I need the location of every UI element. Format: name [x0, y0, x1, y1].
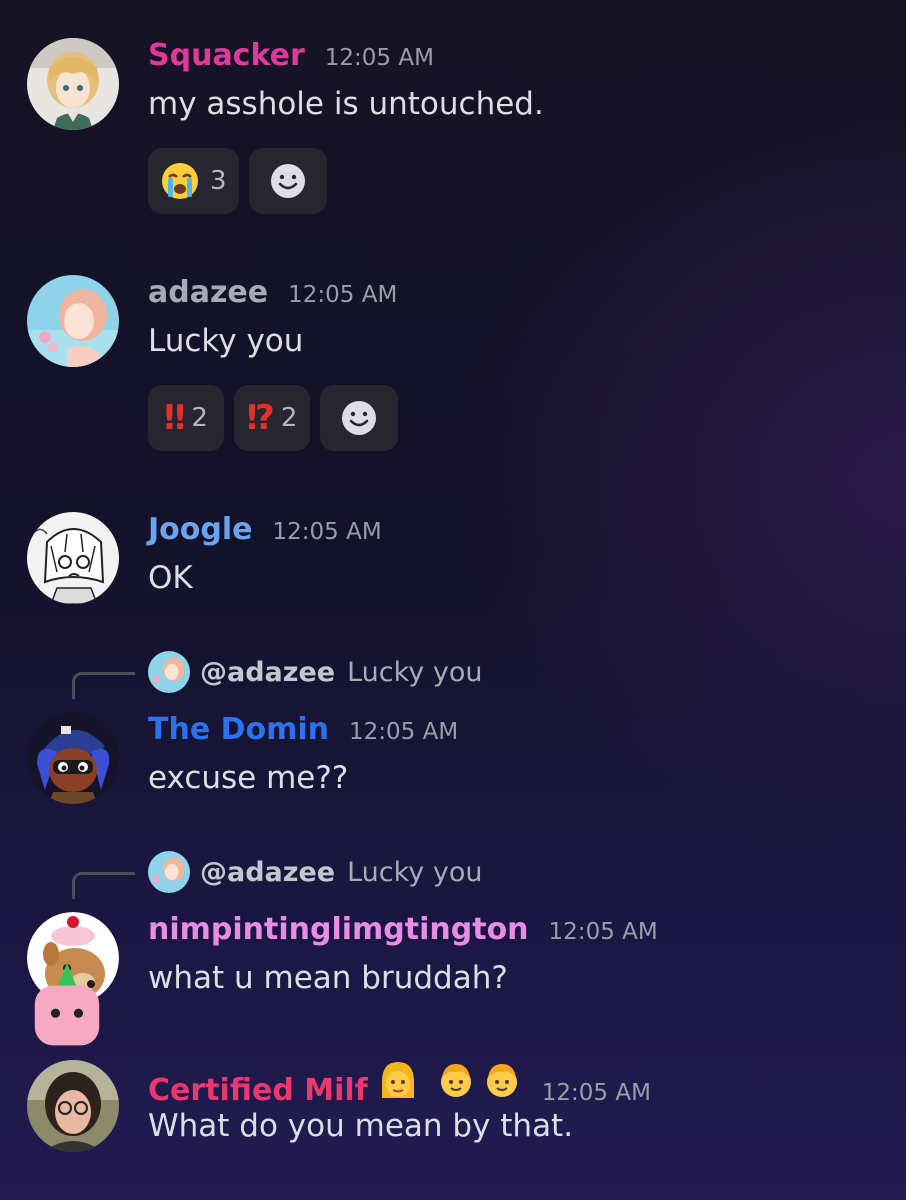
- message-text: Lucky you: [148, 323, 304, 359]
- avatar-certified-milf[interactable]: [27, 1060, 119, 1152]
- timestamp: 12:05 AM: [349, 719, 459, 745]
- reaction-double-exclamation[interactable]: ‼ 2: [148, 385, 224, 451]
- child-blond-icon: [486, 1064, 517, 1097]
- timestamp: 12:05 AM: [548, 919, 658, 945]
- reply-mention[interactable]: @adazee: [200, 657, 335, 688]
- timestamp: 12:05 AM: [288, 282, 398, 308]
- loudly-crying-face-icon: [162, 163, 198, 199]
- pastel-girl-avatar-icon: [27, 275, 119, 367]
- reply-connector-line: [72, 872, 135, 899]
- add-reaction-button[interactable]: [320, 385, 398, 451]
- message-header: Joogle 12:05 AM: [148, 512, 382, 547]
- add-reaction-button[interactable]: [248, 148, 327, 214]
- avatar-the-domin[interactable]: [27, 712, 119, 804]
- exclamation-question-icon: ⁉: [246, 398, 275, 438]
- message-text: What do you mean by that.: [148, 1108, 574, 1144]
- add-reaction-smiley-icon: [270, 164, 305, 198]
- reaction-bar: ‼ 2 ⁉ 2: [148, 385, 398, 451]
- message-text: OK: [148, 560, 193, 596]
- reply-preview[interactable]: @adazee Lucky you: [148, 651, 482, 693]
- reaction-bar: 3: [148, 148, 327, 214]
- reaction-count: 2: [191, 403, 208, 433]
- reaction-count: 2: [280, 403, 298, 433]
- username[interactable]: Squacker: [148, 38, 305, 73]
- avatar-joogle[interactable]: [27, 512, 119, 604]
- message-text: my asshole is untouched.: [148, 86, 544, 122]
- reaction-exclamation-question[interactable]: ⁉ 2: [234, 385, 310, 451]
- avatar-squacker[interactable]: [27, 38, 119, 130]
- username[interactable]: The Domin: [148, 712, 329, 747]
- message-text: what u mean bruddah?: [148, 960, 508, 996]
- username[interactable]: Joogle: [148, 512, 253, 547]
- reply-snippet: Lucky you: [347, 856, 483, 888]
- selfie-photo-avatar-icon: [27, 1060, 119, 1152]
- woman-blond-hair-icon: [381, 1062, 414, 1098]
- avatar-adazee[interactable]: [27, 275, 119, 367]
- message-header: Certified Milf 12:05 AM: [148, 1060, 651, 1108]
- double-exclamation-icon: ‼: [164, 398, 185, 438]
- inkling-avatar-icon: [27, 712, 119, 804]
- avatar-nimpintinglimgtington[interactable]: [27, 912, 119, 1046]
- timestamp: 12:05 AM: [541, 1080, 651, 1106]
- reply-avatar-adazee: [148, 651, 190, 693]
- message-header: Squacker 12:05 AM: [148, 38, 434, 73]
- username[interactable]: adazee: [148, 275, 268, 310]
- reply-snippet: Lucky you: [347, 656, 483, 688]
- add-reaction-smiley-icon: [342, 401, 376, 435]
- child-blond-icon: [440, 1064, 471, 1097]
- message-header: The Domin 12:05 AM: [148, 712, 458, 747]
- reply-avatar-adazee: [148, 851, 190, 893]
- pastel-girl-avatar-icon: [148, 851, 190, 893]
- chat-message-list: Squacker 12:05 AM my asshole is untouche…: [0, 0, 906, 1200]
- reply-preview[interactable]: @adazee Lucky you: [148, 851, 482, 893]
- message-header: nimpintinglimgtington 12:05 AM: [148, 912, 658, 947]
- timestamp: 12:05 AM: [324, 45, 434, 71]
- manga-girl-avatar-icon: [27, 512, 119, 604]
- reply-mention[interactable]: @adazee: [200, 857, 335, 888]
- reply-connector-line: [72, 672, 135, 699]
- username[interactable]: Certified Milf: [148, 1073, 368, 1108]
- anime-girl-avatar-icon: [27, 38, 119, 130]
- timestamp: 12:05 AM: [272, 519, 382, 545]
- username[interactable]: nimpintinglimgtington: [148, 912, 529, 947]
- reaction-count: 3: [210, 166, 227, 196]
- pastel-girl-avatar-icon: [148, 651, 190, 693]
- bunny-decoration-icon: [34, 962, 100, 1046]
- message-text: excuse me??: [148, 760, 349, 796]
- message-header: adazee 12:05 AM: [148, 275, 397, 310]
- reaction-loudly-crying[interactable]: 3: [148, 148, 239, 214]
